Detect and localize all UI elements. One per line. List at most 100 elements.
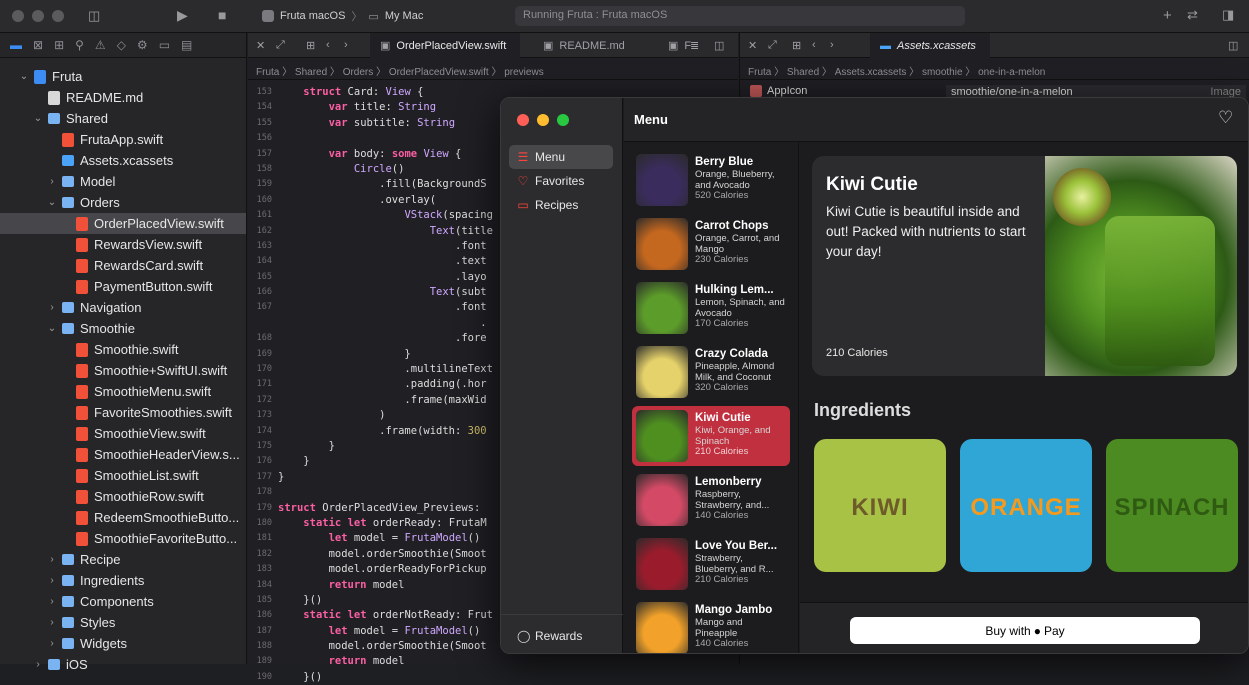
file-tree-row[interactable]: RedeemSmoothieButto... — [0, 507, 246, 528]
close-window-button[interactable] — [12, 10, 24, 22]
close-icon[interactable]: ✕ — [256, 39, 265, 52]
file-tree-row[interactable]: Assets.xcassets — [0, 150, 246, 171]
back-icon[interactable]: ‹ — [326, 39, 330, 51]
symbol-navigator-icon[interactable]: ⊞ — [54, 38, 64, 52]
run-button-icon[interactable]: ▶ — [177, 7, 188, 24]
file-tree-row[interactable]: Smoothie+SwiftUI.swift — [0, 360, 246, 381]
stop-button-icon[interactable]: ■ — [218, 7, 226, 23]
forward-icon[interactable]: › — [344, 39, 348, 51]
grid-icon[interactable]: ⊞ — [792, 39, 801, 52]
chevron-down-icon[interactable]: ⌄ — [46, 197, 58, 208]
file-tree-row[interactable]: RewardsCard.swift — [0, 255, 246, 276]
jump-bar[interactable]: Fruta 〉 Shared 〉 Orders 〉 OrderPlacedVie… — [248, 58, 738, 80]
chevron-down-icon[interactable]: ⌄ — [46, 323, 58, 334]
tab-assets[interactable]: ▬ Assets.xcassets — [870, 33, 990, 58]
minimize-window-button[interactable] — [32, 10, 44, 22]
report-icon[interactable]: ▤ — [181, 38, 192, 52]
file-tree-row[interactable]: ⌄ Smoothie — [0, 318, 246, 339]
project-navigator-icon[interactable]: ▬ — [10, 38, 22, 52]
menu-item[interactable]: Berry Blue Orange, Blueberry, and Avocado… — [632, 150, 790, 210]
file-tree-row[interactable]: › Navigation — [0, 297, 246, 318]
app-close-button[interactable] — [517, 114, 529, 126]
chevron-right-icon[interactable]: › — [46, 617, 58, 628]
debug-icon[interactable]: ⚙ — [137, 38, 148, 52]
menu-item[interactable]: Crazy Colada Pineapple, Almond Milk, and … — [632, 342, 790, 402]
file-tree-row[interactable]: › Styles — [0, 612, 246, 633]
sidebar-item-favorites[interactable]: ♡ Favorites — [509, 169, 613, 193]
smoothie-thumbnail — [636, 218, 688, 270]
sidebar-toggle-icon[interactable]: ◫ — [88, 8, 100, 24]
ingredient-card[interactable]: SPINACH — [1106, 439, 1238, 572]
find-icon[interactable]: ⚲ — [75, 38, 84, 52]
file-tree-row[interactable]: SmoothieMenu.swift — [0, 381, 246, 402]
add-icon[interactable]: + — [1163, 7, 1172, 24]
review-icon[interactable]: ⇄ — [1187, 7, 1198, 23]
file-tree-row[interactable]: SmoothieFavoriteButto... — [0, 528, 246, 549]
breakpoint-icon[interactable]: ▭ — [159, 38, 170, 52]
test-icon[interactable]: ◇ — [117, 38, 126, 52]
inspector-toggle-icon[interactable]: ◨ — [1222, 7, 1234, 23]
tab-orderplacedview[interactable]: ▣ OrderPlacedView.swift — [370, 33, 520, 58]
chevron-right-icon[interactable]: › — [46, 575, 58, 586]
file-tree-row[interactable]: › iOS — [0, 654, 246, 675]
chevron-right-icon[interactable]: › — [32, 659, 44, 670]
source-control-icon[interactable]: ⊠ — [33, 38, 43, 52]
sidebar-item-recipes[interactable]: ▭ Recipes — [509, 193, 613, 217]
file-tree-row[interactable]: SmoothieRow.swift — [0, 486, 246, 507]
issue-icon[interactable]: ⚠ — [95, 38, 106, 52]
back-icon[interactable]: ‹ — [812, 39, 816, 51]
file-tree-row[interactable]: SmoothieView.swift — [0, 423, 246, 444]
chevron-down-icon[interactable]: ⌄ — [18, 71, 30, 82]
favorite-heart-icon[interactable]: ♡ — [1218, 108, 1233, 128]
split-editor-icon[interactable]: ◫ — [1228, 39, 1238, 52]
expand-icon[interactable]: ⤢ — [768, 39, 777, 52]
ingredient-card[interactable]: ORANGE — [960, 439, 1092, 572]
file-tree-row[interactable]: OrderPlacedView.swift — [0, 213, 246, 234]
menu-item[interactable]: Carrot Chops Orange, Carrot, and Mango 230… — [632, 214, 790, 274]
app-minimize-button[interactable] — [537, 114, 549, 126]
split-editor-icon[interactable]: ◫ — [714, 39, 724, 52]
asset-list-item[interactable]: AppIcon — [750, 85, 807, 97]
close-icon[interactable]: ✕ — [748, 39, 757, 52]
file-tree-row[interactable]: PaymentButton.swift — [0, 276, 246, 297]
chevron-right-icon[interactable]: › — [46, 596, 58, 607]
file-tree-row[interactable]: RewardsView.swift — [0, 234, 246, 255]
menu-item[interactable]: Lemonberry Raspberry, Strawberry, and... 1… — [632, 470, 790, 530]
menu-item[interactable]: Hulking Lem... Lemon, Spinach, and Avocad… — [632, 278, 790, 338]
tab-readme[interactable]: ▣ README.md — [533, 33, 648, 58]
chevron-right-icon[interactable]: › — [46, 302, 58, 313]
scheme-selector[interactable]: Fruta macOS 〉 ▭ My Mac — [262, 8, 423, 24]
file-tree-row[interactable]: › Model — [0, 171, 246, 192]
file-tree-row[interactable]: Smoothie.swift — [0, 339, 246, 360]
file-tree-row[interactable]: FrutaApp.swift — [0, 129, 246, 150]
file-tree-row[interactable]: › Widgets — [0, 633, 246, 654]
file-tree-row[interactable]: SmoothieList.swift — [0, 465, 246, 486]
file-tree-row[interactable]: › Ingredients — [0, 570, 246, 591]
file-tree-row[interactable]: › Components — [0, 591, 246, 612]
chevron-right-icon[interactable]: › — [46, 638, 58, 649]
zoom-window-button[interactable] — [52, 10, 64, 22]
app-zoom-button[interactable] — [557, 114, 569, 126]
chevron-down-icon[interactable]: ⌄ — [32, 113, 44, 124]
editor-options-icon[interactable]: ≣ — [690, 39, 699, 52]
chevron-right-icon[interactable]: › — [46, 554, 58, 565]
apple-pay-button[interactable]: Buy with ● Pay — [850, 617, 1200, 644]
forward-icon[interactable]: › — [830, 39, 834, 51]
ingredient-card[interactable]: KIWI — [814, 439, 946, 572]
sidebar-item-menu[interactable]: ☰ Menu — [509, 145, 613, 169]
file-tree-row[interactable]: FavoriteSmoothies.swift — [0, 402, 246, 423]
file-tree-row[interactable]: README.md — [0, 87, 246, 108]
menu-item[interactable]: Kiwi Cutie Kiwi, Orange, and Spinach 210 C… — [632, 406, 790, 466]
file-tree-row[interactable]: ⌄ Shared — [0, 108, 246, 129]
grid-icon[interactable]: ⊞ — [306, 39, 315, 52]
sidebar-item-rewards[interactable]: ◯ Rewards — [509, 624, 613, 648]
file-tree-row[interactable]: ⌄ Orders — [0, 192, 246, 213]
menu-item[interactable]: Mango Jambo Mango and Pineapple 140 Calori… — [632, 598, 790, 653]
secondary-jump-bar[interactable]: Fruta 〉 Shared 〉 Assets.xcassets 〉 smoot… — [740, 58, 1249, 80]
menu-item[interactable]: Love You Ber... Strawberry, Blueberry, an… — [632, 534, 790, 594]
chevron-right-icon[interactable]: › — [46, 176, 58, 187]
file-tree-row[interactable]: ⌄ Fruta — [0, 66, 246, 87]
file-tree-row[interactable]: › Recipe — [0, 549, 246, 570]
file-tree-row[interactable]: SmoothieHeaderView.s... — [0, 444, 246, 465]
expand-icon[interactable]: ⤢ — [276, 39, 285, 52]
